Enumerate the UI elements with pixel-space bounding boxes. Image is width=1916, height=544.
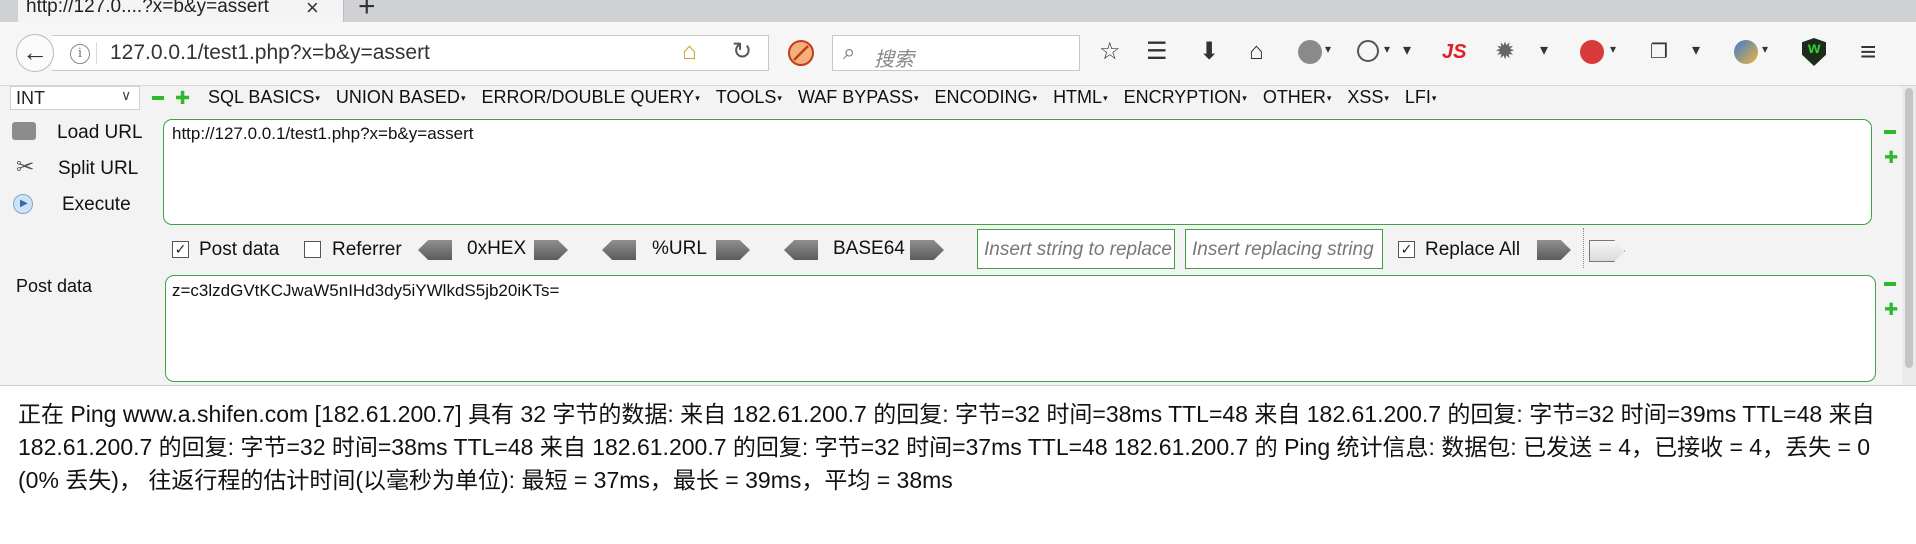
js-toggle-icon[interactable]: JS [1442, 41, 1466, 64]
hex-label: 0xHEX [467, 238, 527, 259]
replacing-string-placeholder[interactable]: Insert replacing string [1192, 239, 1382, 261]
new-tab-icon[interactable]: + [358, 0, 376, 24]
replace-string-placeholder[interactable]: Insert string to replace [984, 239, 1174, 261]
site-home-icon[interactable]: ⌂ [682, 38, 697, 66]
menu-encryption[interactable]: ENCRYPTION▾ [1124, 87, 1247, 108]
menu-html[interactable]: HTML▾ [1053, 87, 1108, 108]
hackbar-menu: SQL BASICS▾ UNION BASED▾ ERROR/DOUBLE QU… [208, 87, 1452, 108]
menu-sql-basics[interactable]: SQL BASICS▾ [208, 87, 320, 108]
menu-xss[interactable]: XSS▾ [1347, 87, 1389, 108]
post-shrink-icon[interactable] [1884, 282, 1896, 286]
shrink-icon[interactable] [152, 96, 164, 100]
translate-icon[interactable] [1734, 40, 1758, 64]
globe-dropdown-icon[interactable]: ▾ [1325, 42, 1331, 56]
post-data-value[interactable]: z=c3lzdGVtKCJwaW5nIHd3dy5iYWlkdS5jb20iKT… [172, 281, 559, 301]
globe-extension-icon[interactable] [1298, 40, 1322, 64]
tab-title[interactable]: http://127.0....?x=b&y=assert [26, 0, 269, 18]
load-url-button[interactable]: Load URL [57, 122, 143, 144]
replace-all-label: Replace All [1425, 239, 1521, 260]
back-button[interactable]: ← [16, 34, 54, 72]
red-extension-icon[interactable] [1580, 40, 1604, 64]
post-expand-icon[interactable]: ✚ [1884, 301, 1898, 318]
red-dropdown-icon[interactable]: ▾ [1610, 42, 1616, 56]
site-info-icon[interactable]: i [70, 44, 90, 64]
reading-list-icon[interactable]: ☰ [1146, 38, 1168, 66]
execute-button[interactable]: Execute [62, 194, 131, 216]
overflow-dropdown-icon[interactable]: ▾ [1403, 40, 1411, 60]
noscript-icon[interactable] [788, 40, 814, 66]
menu-encoding[interactable]: ENCODING▾ [935, 87, 1038, 108]
base64-label: BASE64 [833, 238, 905, 259]
url-textarea-value[interactable]: http://127.0.0.1/test1.php?x=b&y=assert [172, 124, 473, 144]
post-data-label: Post data [16, 276, 93, 296]
split-url-icon[interactable]: ✂ [16, 154, 34, 180]
url-encode-label: %URL [652, 238, 707, 259]
cookie-dropdown-icon[interactable]: ▾ [1384, 42, 1390, 56]
referrer-checkbox-label: Referrer [332, 239, 402, 260]
menu-icon[interactable]: ≡ [1860, 38, 1876, 66]
menu-lfi[interactable]: LFI▾ [1405, 87, 1437, 108]
url-expand-icon[interactable]: ✚ [1884, 149, 1898, 166]
window-dropdown-icon[interactable]: ▾ [1692, 40, 1700, 60]
window-icon[interactable]: ❐ [1650, 38, 1668, 66]
referrer-checkbox[interactable] [304, 241, 321, 258]
reload-icon[interactable]: ↻ [732, 37, 752, 66]
menu-other[interactable]: OTHER▾ [1263, 87, 1332, 108]
split-url-button[interactable]: Split URL [58, 158, 138, 180]
expand-icon[interactable]: ✚ [175, 89, 190, 107]
menu-union-based[interactable]: UNION BASED▾ [336, 87, 466, 108]
back-arrow-icon: ← [22, 37, 48, 67]
menu-tools[interactable]: TOOLS▾ [716, 87, 782, 108]
type-select-value[interactable]: INT [16, 88, 45, 109]
menu-error-double-query[interactable]: ERROR/DOUBLE QUERY▾ [481, 87, 699, 108]
cookie-icon[interactable] [1357, 40, 1379, 62]
translate-dropdown-icon[interactable]: ▾ [1762, 42, 1768, 56]
shield-letter: w [1808, 40, 1821, 57]
search-bar[interactable] [832, 35, 1080, 71]
bug-dropdown-icon[interactable]: ▾ [1540, 40, 1548, 60]
post-data-checkbox-label: Post data [199, 239, 280, 260]
home-icon[interactable]: ⌂ [1249, 38, 1264, 66]
tab-close-icon[interactable]: × [306, 0, 319, 21]
hackbar-scrollbar-thumb[interactable] [1905, 88, 1913, 368]
replace-separator [1583, 228, 1584, 268]
type-select-chevron-icon[interactable]: ∨ [121, 87, 131, 104]
download-icon[interactable]: ⬇ [1199, 38, 1219, 66]
execute-play-icon: ▶ [20, 198, 28, 209]
content-divider [0, 385, 1916, 386]
address-divider [96, 42, 97, 64]
load-url-icon[interactable] [12, 122, 36, 140]
menu-waf-bypass[interactable]: WAF BYPASS▾ [798, 87, 919, 108]
bookmark-star-icon[interactable]: ☆ [1099, 38, 1121, 66]
url-shrink-icon[interactable] [1884, 130, 1896, 134]
address-url[interactable]: 127.0.0.1/test1.php?x=b&y=assert [110, 41, 430, 65]
replace-all-checkbox[interactable]: ✓ [1398, 241, 1415, 258]
page-output-text: 正在 Ping www.a.shifen.com [182.61.200.7] … [18, 401, 1875, 493]
search-icon: ⌕ [843, 39, 856, 64]
post-data-checkbox[interactable]: ✓ [172, 241, 189, 258]
bug-icon[interactable]: ✹ [1495, 38, 1515, 66]
search-placeholder[interactable]: 搜索 [874, 43, 914, 72]
